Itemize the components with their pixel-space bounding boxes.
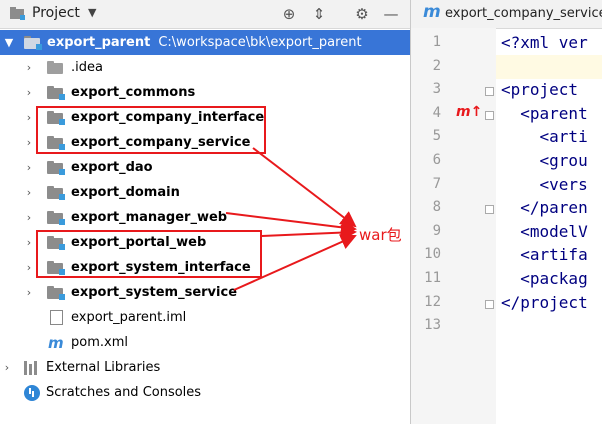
fold-marker-icon[interactable] [485, 205, 494, 215]
chevron-right-icon[interactable]: › [24, 105, 34, 130]
tree-item-idea[interactable]: › .idea [0, 55, 410, 80]
tree-file-label: pom.xml [71, 335, 128, 350]
line-number: 12 [424, 293, 441, 310]
project-panel-header: Project ▼ ⊕ ⇕ ⚙ — [0, 0, 410, 29]
tree-external-libraries[interactable]: › External Libraries [0, 355, 410, 380]
code-line[interactable]: <vers [501, 175, 588, 194]
chevron-right-icon[interactable]: › [24, 230, 34, 255]
library-icon [24, 361, 38, 375]
tree-item-label: export_domain [71, 185, 180, 200]
tree-item-export-commons[interactable]: › export_commons [0, 80, 410, 105]
tree-root-row[interactable]: ▼ export_parent C:\workspace\bk\export_pa… [0, 30, 410, 55]
tree-item-label: export_manager_web [71, 210, 228, 225]
line-number: 6 [432, 152, 441, 168]
line-number: 5 [432, 128, 441, 145]
code-line[interactable]: <arti [501, 127, 588, 146]
tree-item-label: .idea [71, 60, 103, 75]
code-line[interactable]: </project [501, 293, 588, 312]
line-number: 3 [432, 81, 441, 98]
locate-icon[interactable]: ⊕ [278, 3, 300, 25]
root-module-name: export_parent [47, 35, 151, 50]
line-number: 8 [432, 199, 441, 216]
module-folder-icon [47, 86, 65, 100]
line-number: 2 [432, 57, 441, 74]
line-number: 13 [424, 317, 441, 334]
chevron-down-icon[interactable]: ▼ [4, 30, 14, 55]
tree-file-iml[interactable]: export_parent.iml [0, 305, 410, 330]
fold-marker-icon[interactable] [485, 87, 494, 97]
maven-icon: m [48, 334, 64, 352]
line-number: 10 [424, 246, 441, 263]
project-view-title[interactable]: Project [32, 5, 80, 21]
line-number: 4 [432, 104, 441, 121]
module-folder-icon [47, 286, 65, 300]
war-annotation-label: war包 [359, 226, 402, 244]
tree-root-label: export_parent C:\workspace\bk\export_pare… [47, 30, 362, 55]
module-folder-icon [47, 161, 65, 175]
chevron-right-icon[interactable]: › [24, 280, 34, 305]
iml-file-icon [50, 310, 63, 325]
folder-icon [47, 61, 63, 74]
project-panel: Project ▼ ⊕ ⇕ ⚙ — ▼ export_parent C:\work… [0, 0, 410, 424]
collapse-all-icon[interactable]: ⇕ [308, 3, 330, 25]
scratches-label: Scratches and Consoles [46, 385, 202, 400]
external-libraries-label: External Libraries [46, 360, 161, 375]
minimize-icon[interactable]: — [380, 3, 402, 25]
chevron-right-icon[interactable]: › [24, 180, 34, 205]
chevron-right-icon[interactable]: › [2, 355, 12, 380]
module-folder-icon [47, 211, 65, 225]
annotation-box-company [36, 106, 266, 154]
tree-item-export-dao[interactable]: › export_dao [0, 155, 410, 180]
line-number: 1 [432, 34, 441, 50]
current-line-highlight [496, 55, 602, 79]
code-line[interactable]: <project [501, 80, 588, 99]
chevron-right-icon[interactable]: › [24, 155, 34, 180]
maven-icon: m [423, 2, 441, 22]
tree-file-pom[interactable]: m pom.xml [0, 330, 410, 355]
chevron-right-icon[interactable]: › [24, 55, 34, 80]
chevron-right-icon[interactable]: › [24, 80, 34, 105]
tree-item-label: export_commons [71, 85, 196, 100]
tree-item-label: export_dao [71, 160, 153, 175]
code-line[interactable]: <packag [501, 269, 587, 288]
tree-item-label: export_system_service [71, 285, 238, 300]
editor-tab-title: export_company_service [445, 6, 602, 21]
editor-tab[interactable]: m export_company_service [411, 0, 602, 29]
root-module-path: C:\workspace\bk\export_parent [158, 35, 362, 50]
gear-icon[interactable]: ⚙ [351, 3, 373, 25]
code-line[interactable]: </paren [501, 198, 587, 217]
chevron-right-icon[interactable]: › [24, 255, 34, 280]
tree-item-export-system-service[interactable]: › export_system_service [0, 280, 410, 305]
code-line[interactable]: <grou [501, 151, 588, 170]
chevron-right-icon[interactable]: › [24, 130, 34, 155]
code-line[interactable]: <?xml ver [501, 33, 588, 52]
module-folder-icon [24, 36, 42, 50]
tree-file-label: export_parent.iml [71, 310, 187, 325]
maven-parent-marker-icon[interactable]: m↑ [456, 104, 482, 120]
tree-scratches[interactable]: Scratches and Consoles [0, 380, 410, 405]
chevron-down-icon[interactable]: ▼ [88, 6, 96, 19]
scratches-icon [24, 385, 40, 401]
fold-marker-icon[interactable] [485, 110, 494, 120]
line-number: 11 [424, 270, 441, 286]
chevron-right-icon[interactable]: › [24, 205, 34, 230]
tree-item-export-domain[interactable]: › export_domain [0, 180, 410, 205]
editor-pane[interactable]: m export_company_service m↑ 1 <?xml ver 2 3… [411, 0, 602, 424]
code-line[interactable]: <artifa [501, 245, 587, 264]
code-line[interactable]: <modelV [501, 222, 587, 241]
annotation-box-portal-system [36, 230, 262, 278]
module-folder-icon [47, 186, 65, 200]
line-number: 9 [432, 222, 441, 239]
project-view-icon [10, 7, 25, 20]
code-line[interactable]: <parent [501, 104, 587, 123]
line-number: 7 [432, 175, 441, 192]
tree-item-export-manager-web[interactable]: › export_manager_web [0, 205, 410, 230]
fold-marker-icon[interactable] [485, 299, 494, 309]
